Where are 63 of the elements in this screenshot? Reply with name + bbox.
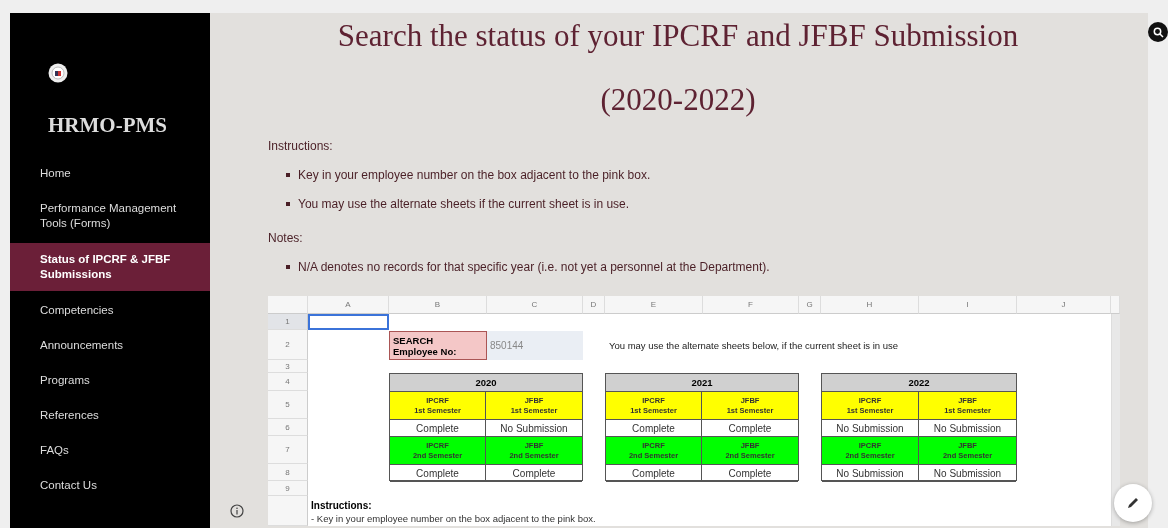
page-subtitle: (2020-2022) <box>599 81 757 119</box>
bullet-icon <box>286 202 290 206</box>
column-header[interactable]: D <box>583 296 605 314</box>
sidebar-item[interactable]: Competencies <box>10 295 210 326</box>
year-header: 2022 <box>822 374 1016 392</box>
status-cell: Complete <box>390 465 486 482</box>
sidebar-item[interactable]: Announcements <box>10 330 210 361</box>
instruction-text: You may use the alternate sheets if the current sheet is in use. <box>298 197 630 211</box>
year-header: 2021 <box>606 374 798 392</box>
column-header[interactable]: G <box>799 296 821 314</box>
row-header[interactable]: 6 <box>268 419 308 436</box>
instruction-text: Key in your employee number on the box adjacent to the pink box. <box>298 168 651 182</box>
sidebar-item[interactable]: Home <box>10 158 210 189</box>
row-header[interactable]: 1 <box>268 314 308 330</box>
sidebar-item[interactable]: Contact Us <box>10 470 210 501</box>
edit-button[interactable] <box>1114 484 1152 522</box>
column-header[interactable]: I <box>919 296 1017 314</box>
search-button[interactable] <box>1148 22 1168 42</box>
status-cell: No Submission <box>919 465 1016 482</box>
search-label-cell: SEARCH Employee No: <box>389 331 487 360</box>
sidebar-item[interactable]: FAQs <box>10 435 210 466</box>
column-header[interactable]: J <box>1017 296 1111 314</box>
column-header[interactable]: F <box>703 296 799 314</box>
sheet-note: You may use the alternate sheets below, if the current sheet is in use <box>608 338 900 353</box>
info-icon[interactable] <box>230 504 244 518</box>
column-header[interactable]: B <box>389 296 487 314</box>
status-cell: Complete <box>486 465 582 482</box>
bullet-icon <box>286 265 290 269</box>
scrollbar[interactable] <box>1111 314 1120 526</box>
row-header[interactable]: 9 <box>268 481 308 496</box>
sidebar-item[interactable]: Programs <box>10 365 210 396</box>
sheet-instruction-text: - Key in your employee number on the box adjacent to the pink box. <box>310 512 597 524</box>
row-header[interactable]: 2 <box>268 330 308 360</box>
pencil-icon <box>1126 496 1140 510</box>
search-icon <box>1152 26 1164 38</box>
column-header[interactable]: C <box>487 296 583 314</box>
selected-cell[interactable] <box>308 314 389 330</box>
row-header[interactable]: 8 <box>268 464 308 481</box>
status-cell: Complete <box>606 465 702 482</box>
employee-number-field[interactable]: 850144 <box>487 331 583 360</box>
year-header: 2020 <box>390 374 582 392</box>
note-text: N/A denotes no records for that specific year (i.e. not yet a personnel at the Department). <box>298 260 770 274</box>
bullet-icon <box>286 173 290 177</box>
status-cell: No Submission <box>822 465 919 482</box>
row-header[interactable]: 5 <box>268 391 308 419</box>
status-cell: Complete <box>702 465 798 482</box>
page-title: Search the status of your IPCRF and JFBF Submission <box>336 17 1020 55</box>
sheet-corner[interactable] <box>268 296 308 314</box>
row-header[interactable]: 3 <box>268 360 308 373</box>
site-title: HRMO-PMS <box>48 113 168 138</box>
column-header[interactable]: A <box>308 296 389 314</box>
seal-logo-icon <box>48 63 68 83</box>
sheet-instructions-heading: Instructions: <box>310 499 373 511</box>
instructions-heading: Instructions: <box>268 139 334 153</box>
row-header[interactable]: 7 <box>268 436 308 464</box>
sidebar-item[interactable]: Performance Management Tools (Forms) <box>10 193 210 239</box>
column-header[interactable]: E <box>605 296 703 314</box>
sidebar-item[interactable]: Status of IPCRF & JFBF Submissions <box>10 243 210 291</box>
row-header[interactable] <box>268 496 308 526</box>
column-header[interactable]: H <box>821 296 919 314</box>
row-header[interactable]: 4 <box>268 373 308 391</box>
sidebar-item[interactable]: References <box>10 400 210 431</box>
notes-heading: Notes: <box>268 231 304 245</box>
